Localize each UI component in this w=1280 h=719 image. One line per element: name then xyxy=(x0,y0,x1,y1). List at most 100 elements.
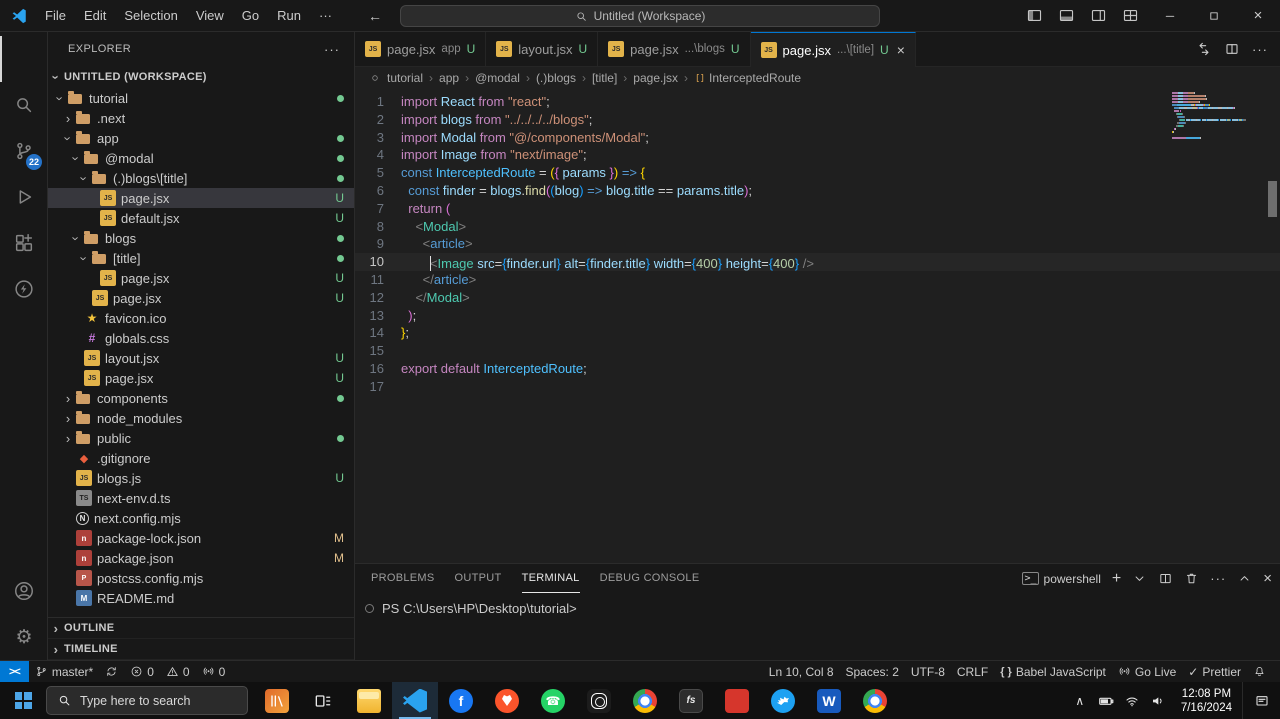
views-more-icon[interactable]: ··· xyxy=(324,42,340,57)
scrollbar-thumb[interactable] xyxy=(1268,181,1277,217)
tree-item-app[interactable]: › app xyxy=(48,128,354,148)
close-tab-icon[interactable]: × xyxy=(897,42,905,58)
code-line[interactable]: 14}; xyxy=(355,324,1280,342)
menu-run[interactable]: Run xyxy=(268,4,310,28)
editor-scrollbar[interactable] xyxy=(1266,89,1280,563)
status-eol[interactable]: CRLF xyxy=(951,661,994,682)
code-line[interactable]: 7 return ( xyxy=(355,200,1280,218)
code-line[interactable]: 4 import Image from "next/image"; xyxy=(355,146,1280,164)
activity-extensions-icon[interactable] xyxy=(0,220,46,266)
tree-item-node-modules[interactable]: › node_modules xyxy=(48,408,354,428)
activity-source-control-icon[interactable]: 22 xyxy=(0,128,46,174)
tree-item-next[interactable]: › .next xyxy=(48,108,354,128)
menu-selection[interactable]: Selection xyxy=(115,4,186,28)
activity-explorer-icon[interactable] xyxy=(0,36,46,82)
volume-icon[interactable] xyxy=(1145,682,1171,719)
code-line[interactable]: 12 </Modal> xyxy=(355,289,1280,307)
section-timeline[interactable]: › TIMELINE xyxy=(48,639,354,660)
split-editor-icon[interactable] xyxy=(1224,41,1240,57)
status-warnings[interactable]: 0 xyxy=(160,661,196,682)
panel-tab-problems[interactable]: PROBLEMS xyxy=(371,564,435,593)
remote-indicator[interactable]: >< xyxy=(0,661,29,682)
editor-tab-2[interactable]: JS layout.jsx U xyxy=(486,32,599,66)
tree-item-tutorial[interactable]: › tutorial xyxy=(48,88,354,108)
code-line[interactable]: 17 xyxy=(355,378,1280,396)
status-prettier[interactable]: ✓ Prettier xyxy=(1182,661,1247,682)
editor-tab-1[interactable]: JS page.jsx app U xyxy=(355,32,487,66)
tree-item-package-json[interactable]: n package.json M xyxy=(48,548,354,568)
panel-tab-debug-console[interactable]: DEBUG CONSOLE xyxy=(600,564,700,593)
tree-item-readme-md[interactable]: M README.md xyxy=(48,588,354,608)
toggle-primary-sidebar-icon[interactable] xyxy=(1020,3,1048,29)
activity-thunder-client-icon[interactable] xyxy=(0,266,46,312)
activity-settings-icon[interactable]: ⚙ xyxy=(0,614,46,660)
status-notifications[interactable] xyxy=(1247,661,1272,682)
activity-run-debug-icon[interactable] xyxy=(0,174,46,220)
tree-item-globals-css[interactable]: # globals.css xyxy=(48,328,354,348)
battery-icon[interactable] xyxy=(1093,682,1119,719)
tree-item-public[interactable]: › public xyxy=(48,428,354,448)
command-center[interactable]: Untitled (Workspace) xyxy=(400,5,880,27)
panel-tab-terminal[interactable]: TERMINAL xyxy=(521,564,580,593)
status-cursor-position[interactable]: Ln 10, Col 8 xyxy=(763,661,840,682)
open-changes-icon[interactable] xyxy=(1196,41,1212,57)
taskbar-adobe[interactable] xyxy=(714,682,760,719)
tree-item-gitignore[interactable]: ◆ .gitignore xyxy=(48,448,354,468)
code-line[interactable]: 1 import React from "react"; xyxy=(355,93,1280,111)
toggle-panel-icon[interactable] xyxy=(1052,3,1080,29)
taskbar-facebook[interactable]: f xyxy=(438,682,484,719)
terminal-shell-selector[interactable]: >_ powershell xyxy=(1022,572,1101,586)
hidden-icons-chevron[interactable]: ∧ xyxy=(1067,682,1093,719)
new-terminal-icon[interactable]: + xyxy=(1112,570,1121,588)
taskbar-vscode[interactable] xyxy=(392,682,438,719)
code-line[interactable]: 2 import blogs from "../../../../blogs"; xyxy=(355,111,1280,129)
breadcrumb-blogs[interactable]: (.)blogs xyxy=(536,71,576,85)
toggle-secondary-sidebar-icon[interactable] xyxy=(1084,3,1112,29)
breadcrumb-tutorial[interactable]: tutorial xyxy=(387,71,423,85)
tree-item-package-lock-json[interactable]: n package-lock.json M xyxy=(48,528,354,548)
close-window-button[interactable]: × xyxy=(1236,0,1280,31)
taskbar-library[interactable] xyxy=(254,682,300,719)
tree-item-next-config-mjs[interactable]: Nnext.config.mjs xyxy=(48,508,354,528)
tree-item-layout-jsx[interactable]: JS layout.jsx U xyxy=(48,348,354,368)
code-line[interactable]: 15 xyxy=(355,342,1280,360)
tree-item-blogs-title[interactable]: › (.)blogs\[title] xyxy=(48,168,354,188)
menu-view[interactable]: View xyxy=(187,4,233,28)
customize-layout-icon[interactable] xyxy=(1116,3,1144,29)
code-line[interactable]: 5 const InterceptedRoute = ({ params }) =… xyxy=(355,164,1280,182)
activity-search-icon[interactable] xyxy=(0,82,46,128)
tree-item-components[interactable]: › components xyxy=(48,388,354,408)
taskbar-fresco[interactable]: fs xyxy=(668,682,714,719)
taskbar-file-explorer[interactable] xyxy=(346,682,392,719)
maximize-button[interactable] xyxy=(1192,0,1236,31)
status-language-mode[interactable]: { } Babel JavaScript xyxy=(994,661,1112,682)
menu-edit[interactable]: Edit xyxy=(75,4,115,28)
panel-tab-output[interactable]: OUTPUT xyxy=(455,564,502,593)
taskbar-browser[interactable] xyxy=(852,682,898,719)
code-line[interactable]: 16 export default InterceptedRoute; xyxy=(355,360,1280,378)
tree-item-page-jsx[interactable]: JS page.jsx U xyxy=(48,288,354,308)
status-encoding[interactable]: UTF-8 xyxy=(905,661,951,682)
start-button[interactable] xyxy=(0,682,46,719)
activity-accounts-icon[interactable] xyxy=(0,568,46,614)
status-git-branch[interactable]: master* xyxy=(29,661,99,682)
code-line[interactable]: 6 const finder = blogs.find((blog) => bl… xyxy=(355,182,1280,200)
tree-item-page-jsx[interactable]: JS page.jsx U xyxy=(48,268,354,288)
status-indentation[interactable]: Spaces: 2 xyxy=(840,661,905,682)
tree-item-default-jsx[interactable]: JS default.jsx U xyxy=(48,208,354,228)
menu-go[interactable]: Go xyxy=(233,4,268,28)
menu-more[interactable]: ··· xyxy=(310,4,341,28)
editor-tab-4[interactable]: JS page.jsx ...\[title] U × xyxy=(750,32,916,67)
breadcrumb-app[interactable]: app xyxy=(439,71,459,85)
tree-item-modal[interactable]: › @modal xyxy=(48,148,354,168)
terminal-profile-chevron-icon[interactable] xyxy=(1132,571,1147,586)
taskbar-brave[interactable] xyxy=(484,682,530,719)
taskbar-word[interactable]: W xyxy=(806,682,852,719)
tree-item-next-env-d-ts[interactable]: TS next-env.d.ts xyxy=(48,488,354,508)
status-errors[interactable]: 0 xyxy=(124,661,160,682)
section-outline[interactable]: › OUTLINE xyxy=(48,618,354,639)
code-line[interactable]: 13 ); xyxy=(355,307,1280,325)
action-center-icon[interactable] xyxy=(1242,682,1280,719)
minimap[interactable] xyxy=(1172,92,1264,143)
tree-item-blogs-js[interactable]: JS blogs.js U xyxy=(48,468,354,488)
